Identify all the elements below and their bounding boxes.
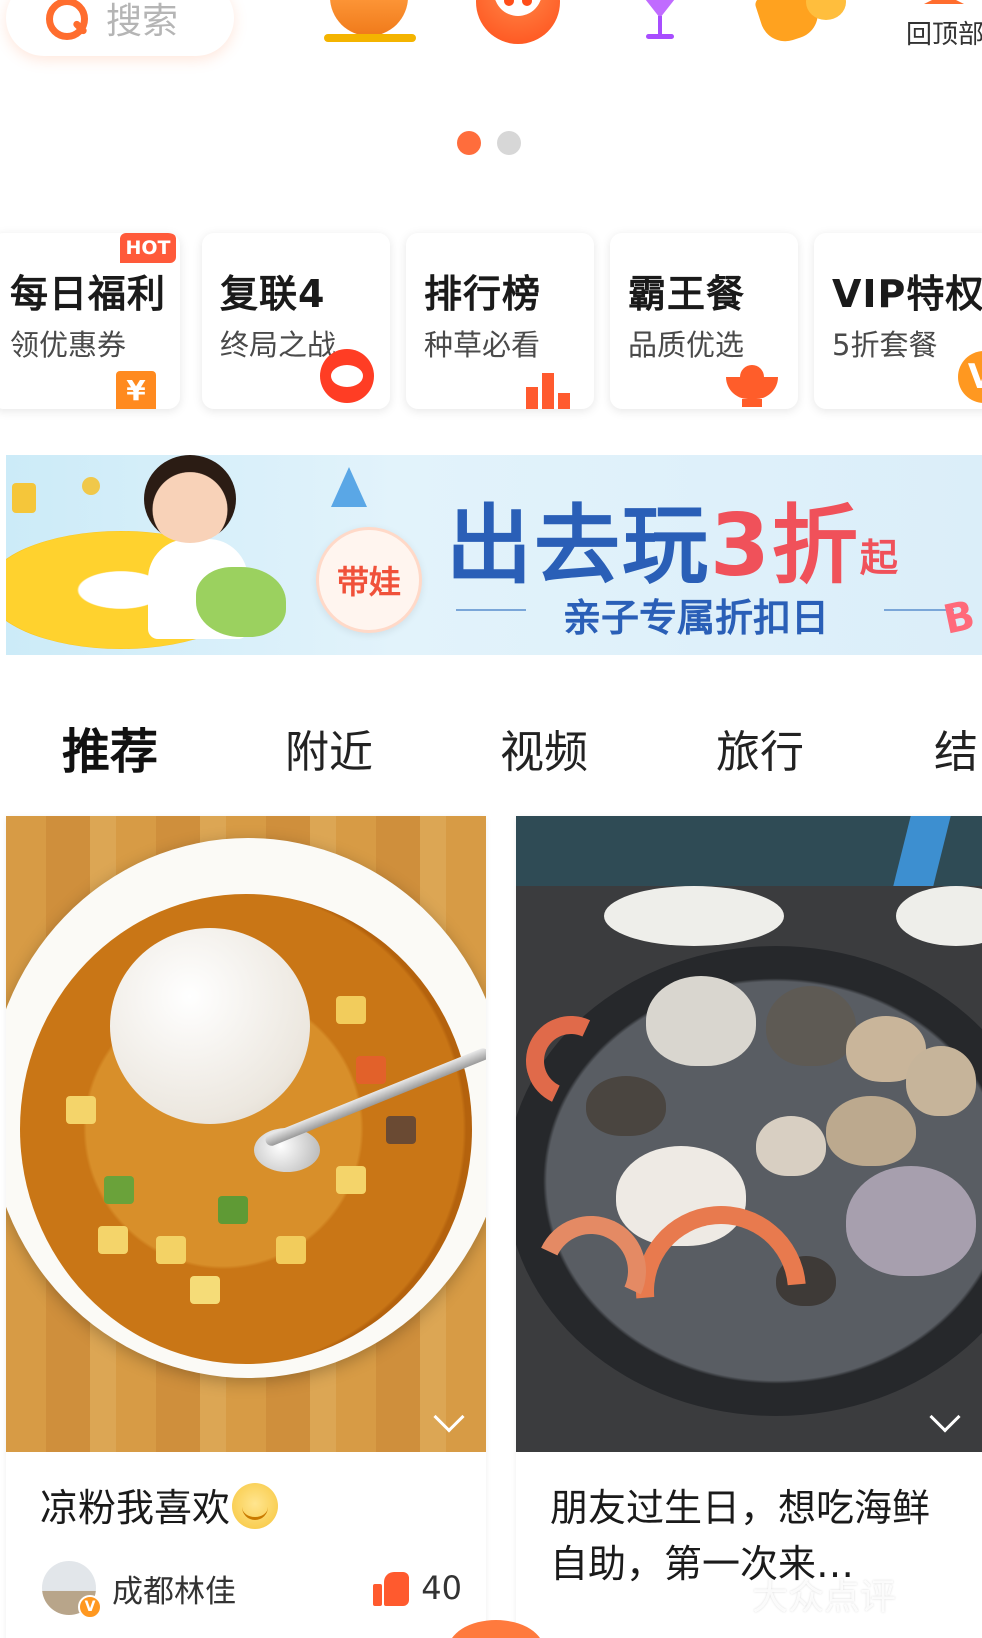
promo-card-subtitle: 种草必看 [424,328,541,362]
promo-card-vip[interactable]: VIP特权 5折套餐 V [814,233,982,409]
promo-card-subtitle: 品质优选 [628,328,745,362]
bar-chart-icon [526,373,572,409]
fan-icon[interactable] [753,0,850,48]
search-bar[interactable]: 搜索 [6,0,234,56]
promo-card-title: 每日福利 [10,272,167,316]
avatar[interactable]: V [42,1561,102,1619]
banner-subline: 亲子专属折扣日 [446,587,954,642]
roast-chicken-icon[interactable] [324,0,416,44]
banner-headline-number: 3折 [710,496,860,596]
banner-tag: 带娃 [316,527,422,633]
hot-badge: HOT [120,233,176,263]
cocktail-icon[interactable] [638,0,682,46]
banner-headline-suffix: 起 [859,536,900,580]
like-button[interactable]: 40 [373,1569,462,1607]
thumbs-up-icon [373,1570,410,1606]
coupon-icon: ¥ [116,371,156,409]
tab-more[interactable]: 结 [934,716,978,780]
promo-card-title: 复联4 [220,272,326,316]
feed-photo[interactable] [6,816,486,1452]
tab-recommended[interactable]: 推荐 [62,712,163,782]
carousel-indicator [0,131,980,155]
promo-card-row: HOT 每日福利 领优惠券 ¥ 复联4 终局之战 排行榜 种草必看 霸王餐 品质… [0,233,982,409]
chevron-down-icon[interactable] [433,1401,465,1433]
toy-image [196,567,286,637]
cat-mascot-icon[interactable] [476,0,560,46]
carousel-dot[interactable] [497,131,521,155]
feed-tabs: 推荐 附近 视频 旅行 结 [0,712,982,782]
back-to-top-button[interactable]: 回顶部 [902,0,982,54]
back-to-top-label: 回顶部 [906,20,982,50]
verified-badge-icon: V [78,1595,102,1619]
search-icon [44,0,88,40]
tab-video[interactable]: 视频 [500,716,588,780]
promo-card-avengers[interactable]: 复联4 终局之战 [202,233,390,409]
decor-block [12,483,36,513]
chevron-down-icon[interactable] [929,1401,961,1433]
tab-travel[interactable]: 旅行 [716,716,804,780]
promo-card-daily-welfare[interactable]: HOT 每日福利 领优惠券 ¥ [0,233,180,409]
promo-card-subtitle: 领优惠券 [10,328,127,362]
promo-card-free-meal[interactable]: 霸王餐 品质优选 [610,233,798,409]
banner-headline-main: 出去玩 [446,496,710,596]
promo-banner[interactable]: 带娃 出去玩3折起 亲子专属折扣日 B [6,455,982,655]
search-placeholder: 搜索 [106,1,179,42]
decor-letter-a [331,467,367,507]
promo-card-title: 霸王餐 [628,272,746,316]
promo-card-title: 排行榜 [424,272,542,316]
feed-photo[interactable] [516,816,982,1452]
decor-ball [82,477,100,495]
cat-face-icon [320,349,374,403]
promo-card-title: VIP特权 [832,272,982,316]
child-head-image [144,455,236,543]
author-row: V 成都林佳 40 [42,1560,462,1619]
watermark: 大众点评 [752,1577,897,1618]
feed-card[interactable]: 凉粉我喜欢 V 成都林佳 40 [6,816,486,1638]
banner-headline: 出去玩3折起 [446,475,900,600]
carousel-dot-active[interactable] [457,131,481,155]
arrow-up-icon [924,0,964,4]
tab-nearby[interactable]: 附近 [285,716,373,780]
feed-card[interactable]: 朋友过生日，想吃海鲜自助，第一次来… [516,816,982,1638]
like-count: 40 [421,1569,462,1607]
promo-card-subtitle: 5折套餐 [832,328,938,362]
author-name[interactable]: 成都林佳 [112,1566,236,1611]
feed-caption: 朋友过生日，想吃海鲜自助，第一次来… [550,1486,931,1586]
feed-caption: 凉粉我喜欢 [6,1452,486,1536]
feed-caption-text: 凉粉我喜欢 [40,1486,231,1530]
promo-card-ranking[interactable]: 排行榜 种草必看 [406,233,594,409]
smile-emoji-icon [232,1483,279,1529]
hotpot-icon [726,365,778,407]
